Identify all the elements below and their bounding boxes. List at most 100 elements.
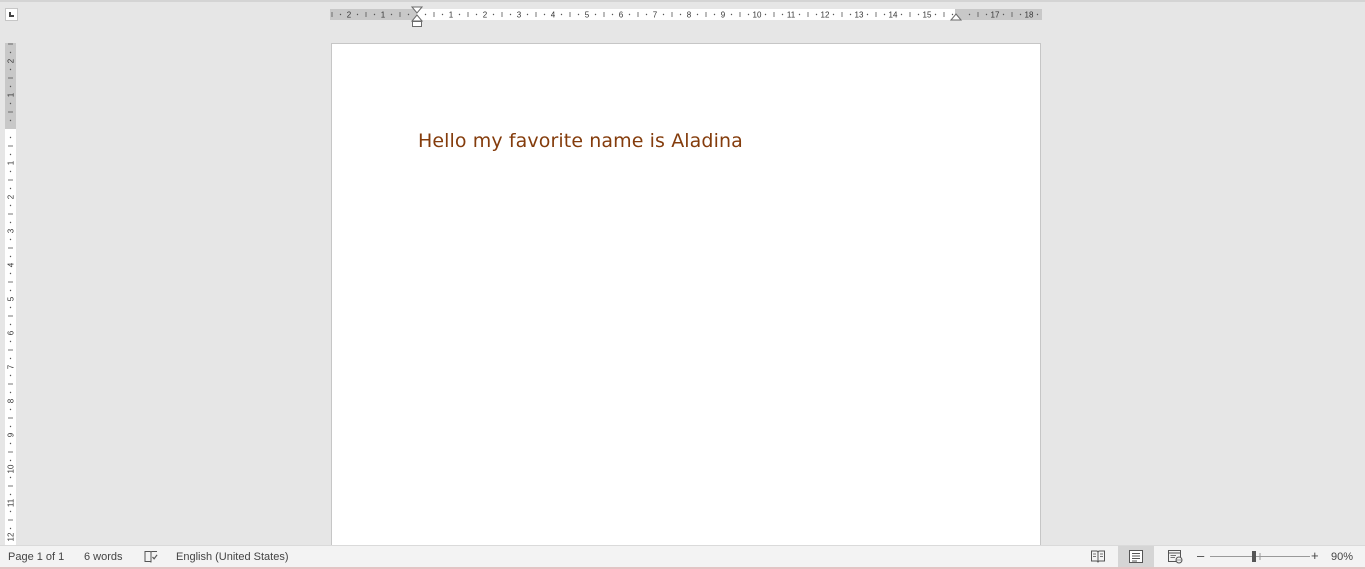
ruler-dot [424, 13, 427, 16]
ruler-dot [407, 13, 410, 16]
ruler-dot [866, 13, 869, 16]
ruler-dot [713, 13, 716, 16]
ruler-label: 9 [721, 11, 726, 20]
vertical-ruler[interactable]: 21123456789101112 [5, 43, 16, 545]
ruler-dot [9, 119, 12, 122]
ruler-dot [730, 13, 733, 16]
ruler-label: 12 [821, 11, 830, 20]
ruler-label: 7 [7, 364, 16, 369]
ruler-dot [9, 425, 12, 428]
page-number-indicator[interactable]: Page 1 of 1 [8, 549, 64, 565]
document-text[interactable]: Hello my favorite name is Aladina [418, 130, 743, 152]
ruler-label: 18 [1025, 11, 1034, 20]
ruler-dot [577, 13, 580, 16]
zoom-slider-thumb[interactable] [1252, 551, 1256, 562]
ruler-label: 2 [347, 11, 352, 20]
indent-markers[interactable] [411, 6, 423, 28]
ruler-dot [594, 13, 597, 16]
ruler-dot [9, 306, 12, 309]
ruler-label: 12 [7, 532, 16, 541]
ruler-dot [645, 13, 648, 16]
ruler-label: 10 [753, 11, 762, 20]
ruler-label: 7 [653, 11, 658, 20]
right-indent-icon[interactable] [950, 13, 962, 21]
ruler-label: 4 [551, 11, 556, 20]
ruler-dot [9, 527, 12, 530]
ruler-dot [9, 272, 12, 275]
ruler-dot [339, 13, 342, 16]
ruler-label: 2 [7, 58, 16, 63]
hanging-indent-icon[interactable] [411, 14, 423, 22]
ruler-label: 11 [7, 498, 16, 507]
zoom-level[interactable]: 90% [1331, 549, 1353, 565]
left-indent-icon[interactable] [412, 21, 422, 27]
ruler-dot [9, 51, 12, 54]
ruler-dot [9, 374, 12, 377]
ruler-label: 2 [483, 11, 488, 20]
word-count[interactable]: 6 words [84, 549, 123, 565]
ruler-dot [900, 13, 903, 16]
right-indent-marker[interactable] [950, 13, 962, 22]
ruler-label: 15 [923, 11, 932, 20]
ruler-label: 1 [381, 11, 386, 20]
ruler-dot [747, 13, 750, 16]
ruler-dot [9, 102, 12, 105]
ruler-dot [9, 170, 12, 173]
ruler-dot [815, 13, 818, 16]
ruler-dot [9, 289, 12, 292]
ruler-dot [917, 13, 920, 16]
print-layout-icon [1129, 550, 1143, 563]
ruler-dot [458, 13, 461, 16]
ruler-dot [934, 13, 937, 16]
ruler-dot [9, 459, 12, 462]
ruler-dot [373, 13, 376, 16]
ruler-dot [475, 13, 478, 16]
web-layout-button[interactable] [1157, 546, 1193, 567]
ruler-label: 5 [585, 11, 590, 20]
ruler-dot [560, 13, 563, 16]
print-layout-button[interactable] [1118, 546, 1154, 567]
ruler-dot [9, 391, 12, 394]
ruler-label: 11 [787, 11, 796, 20]
ruler-dot [1002, 13, 1005, 16]
ruler-label: 14 [889, 11, 898, 20]
ruler-label: 6 [619, 11, 624, 20]
ruler-dot [9, 238, 12, 241]
ruler-dot [9, 255, 12, 258]
document-page[interactable]: Hello my favorite name is Aladina [331, 43, 1041, 549]
ruler-dot [356, 13, 359, 16]
ruler-label: 2 [7, 194, 16, 199]
zoom-in-button[interactable]: + [1311, 548, 1319, 564]
status-bar: Page 1 of 1 6 words English (United Stat… [0, 545, 1365, 567]
ruler-dot [9, 85, 12, 88]
zoom-slider[interactable] [1193, 546, 1327, 567]
tab-stop-selector[interactable] [5, 8, 18, 21]
proofing-icon[interactable] [143, 549, 159, 565]
ruler-dot [1019, 13, 1022, 16]
ruler-dot [9, 187, 12, 190]
ruler-dot [798, 13, 801, 16]
ruler-left-margin [330, 9, 417, 20]
ruler-dot [849, 13, 852, 16]
ruler-dot [611, 13, 614, 16]
horizontal-ruler[interactable]: 2 1 1 2 3 4 5 6 7 8 9 10 11 12 13 14 15 17 18 [330, 9, 1042, 20]
ruler-dot [781, 13, 784, 16]
read-mode-button[interactable] [1080, 546, 1116, 567]
ruler-label: 1 [7, 160, 16, 165]
ruler-dot [764, 13, 767, 16]
ruler-label: 3 [517, 11, 522, 20]
ruler-dot [9, 442, 12, 445]
ruler-label: 6 [7, 330, 16, 335]
ruler-label: 9 [7, 432, 16, 437]
language-indicator[interactable]: English (United States) [176, 549, 289, 565]
first-line-indent-icon[interactable] [411, 6, 423, 14]
ruler-dot [628, 13, 631, 16]
ruler-label: 8 [687, 11, 692, 20]
ruler-dot [662, 13, 665, 16]
ruler-dot [543, 13, 546, 16]
read-mode-icon [1091, 550, 1105, 563]
ruler-dot [985, 13, 988, 16]
ruler-dot [968, 13, 971, 16]
ruler-label: 17 [991, 11, 1000, 20]
ruler-dot [9, 476, 12, 479]
